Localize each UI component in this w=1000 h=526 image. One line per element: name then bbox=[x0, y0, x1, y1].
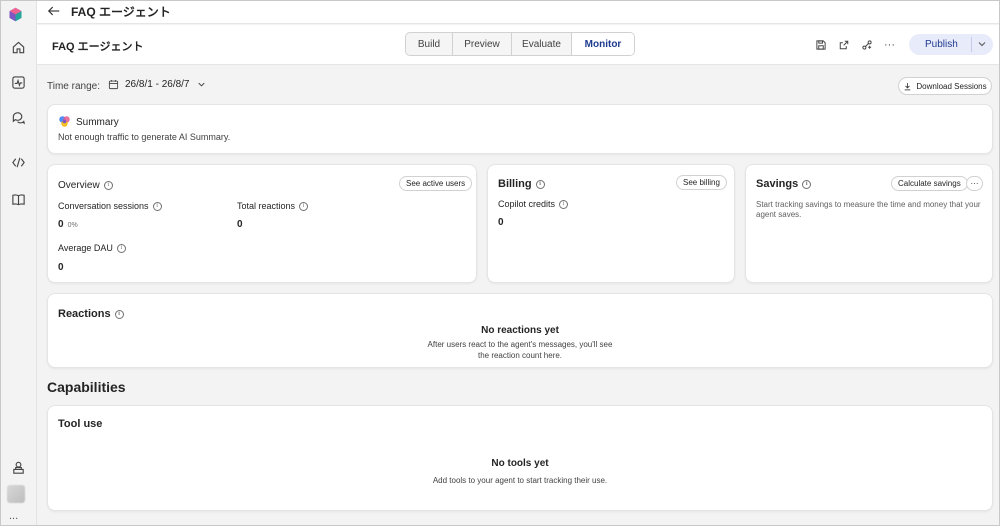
calendar-icon bbox=[108, 80, 119, 90]
chevron-down-icon bbox=[197, 82, 205, 87]
share-icon[interactable] bbox=[836, 37, 851, 52]
library-icon[interactable] bbox=[7, 188, 29, 210]
copilot-credits-value: 0 bbox=[498, 217, 504, 228]
left-rail: ... bbox=[0, 0, 37, 526]
savings-description: Start tracking savings to measure the ti… bbox=[756, 200, 981, 219]
agent-toolbar: FAQ エージェント Build Preview Evaluate Monito… bbox=[37, 25, 1000, 65]
activity-icon[interactable] bbox=[7, 71, 29, 93]
billing-title: Billing i bbox=[498, 178, 545, 190]
conversation-sessions-value: 0 0% bbox=[58, 219, 78, 230]
reactions-empty-line1: After users react to the agent's message… bbox=[427, 340, 613, 349]
copilot-icon bbox=[59, 116, 70, 127]
time-range-label: Time range: bbox=[47, 81, 100, 92]
download-sessions-button[interactable]: Download Sessions bbox=[898, 77, 992, 95]
info-icon[interactable]: i bbox=[116, 244, 126, 254]
calculate-savings-button[interactable]: Calculate savings bbox=[891, 176, 968, 191]
conversation-sessions-change: 0% bbox=[67, 222, 78, 229]
total-reactions-value: 0 bbox=[237, 219, 243, 230]
tools-empty-state: No tools yet Add tools to your agent to … bbox=[48, 458, 992, 486]
connect-icon[interactable] bbox=[859, 37, 874, 52]
info-icon[interactable]: i bbox=[152, 202, 162, 212]
back-arrow-icon[interactable] bbox=[47, 4, 61, 18]
reactions-empty-state: No reactions yet After users react to th… bbox=[48, 325, 992, 361]
top-header: FAQ エージェント bbox=[37, 0, 1000, 24]
copilot-studio-logo bbox=[9, 7, 22, 22]
store-icon[interactable] bbox=[7, 456, 29, 478]
tools-empty-title: No tools yet bbox=[491, 458, 549, 469]
chevron-down-icon[interactable] bbox=[976, 38, 988, 50]
summary-card: Summary Not enough traffic to generate A… bbox=[47, 104, 993, 154]
billing-card: Billing i See billing Copilot credits i 0 bbox=[487, 164, 735, 283]
tools-empty-desc: Add tools to your agent to start trackin… bbox=[432, 476, 608, 485]
summary-title: Summary bbox=[76, 117, 119, 128]
savings-card: Savings i Calculate savings ··· Start tra… bbox=[745, 164, 993, 283]
info-icon[interactable]: i bbox=[535, 179, 545, 189]
publish-button-group: Publish bbox=[909, 34, 993, 55]
reactions-empty-title: No reactions yet bbox=[481, 325, 559, 336]
tab-build[interactable]: Build bbox=[406, 33, 453, 55]
time-range-value: 26/8/1 - 26/8/7 bbox=[125, 79, 190, 90]
toolbar-icons: ··· bbox=[813, 37, 897, 52]
reactions-title: Reactions i bbox=[58, 308, 124, 320]
total-reactions-label: Total reactions i bbox=[237, 201, 309, 212]
code-icon[interactable] bbox=[7, 151, 29, 173]
publish-button[interactable]: Publish bbox=[925, 39, 958, 50]
capabilities-heading: Capabilities bbox=[47, 379, 126, 395]
download-icon bbox=[905, 82, 911, 90]
time-range-picker[interactable]: 26/8/1 - 26/8/7 bbox=[108, 79, 207, 90]
overview-card: Overview i See active users Conversation … bbox=[47, 164, 477, 283]
download-sessions-label: Download Sessions bbox=[916, 81, 987, 91]
chat-icon[interactable] bbox=[7, 106, 29, 128]
tab-preview[interactable]: Preview bbox=[453, 33, 512, 55]
savings-more-button[interactable]: ··· bbox=[966, 176, 983, 191]
info-icon[interactable]: i bbox=[114, 309, 124, 319]
see-active-users-button[interactable]: See active users bbox=[399, 176, 473, 191]
home-icon[interactable] bbox=[7, 36, 29, 58]
info-icon[interactable]: i bbox=[299, 202, 309, 212]
reactions-card: Reactions i No reactions yet After users … bbox=[47, 293, 993, 368]
reactions-empty-line2: the reaction count here. bbox=[477, 351, 563, 360]
tab-monitor[interactable]: Monitor bbox=[572, 33, 634, 55]
average-dau-label: Average DAU i bbox=[58, 243, 126, 254]
tool-use-title: Tool use bbox=[58, 418, 103, 430]
overview-title: Overview i bbox=[58, 180, 113, 191]
more-icon[interactable]: ··· bbox=[882, 37, 897, 52]
tool-use-card: Tool use No tools yet Add tools to your … bbox=[47, 405, 993, 511]
summary-text: Not enough traffic to generate AI Summar… bbox=[58, 132, 231, 142]
tab-group: Build Preview Evaluate Monitor bbox=[405, 32, 635, 56]
info-icon[interactable]: i bbox=[802, 179, 812, 189]
info-icon[interactable]: i bbox=[103, 180, 113, 190]
see-billing-button[interactable]: See billing bbox=[676, 175, 727, 190]
tab-evaluate[interactable]: Evaluate bbox=[512, 33, 572, 55]
info-icon[interactable]: i bbox=[559, 200, 569, 210]
rail-more-button[interactable]: ... bbox=[9, 510, 18, 522]
page-title: FAQ エージェント bbox=[71, 5, 171, 19]
average-dau-value: 0 bbox=[58, 262, 64, 273]
agent-name: FAQ エージェント bbox=[52, 41, 144, 53]
conversation-sessions-label: Conversation sessions i bbox=[58, 201, 162, 212]
avatar[interactable] bbox=[7, 485, 25, 503]
publish-divider bbox=[971, 37, 972, 52]
save-icon[interactable] bbox=[813, 37, 828, 52]
savings-title: Savings i bbox=[756, 178, 812, 190]
copilot-credits-label: Copilot credits i bbox=[498, 199, 569, 210]
